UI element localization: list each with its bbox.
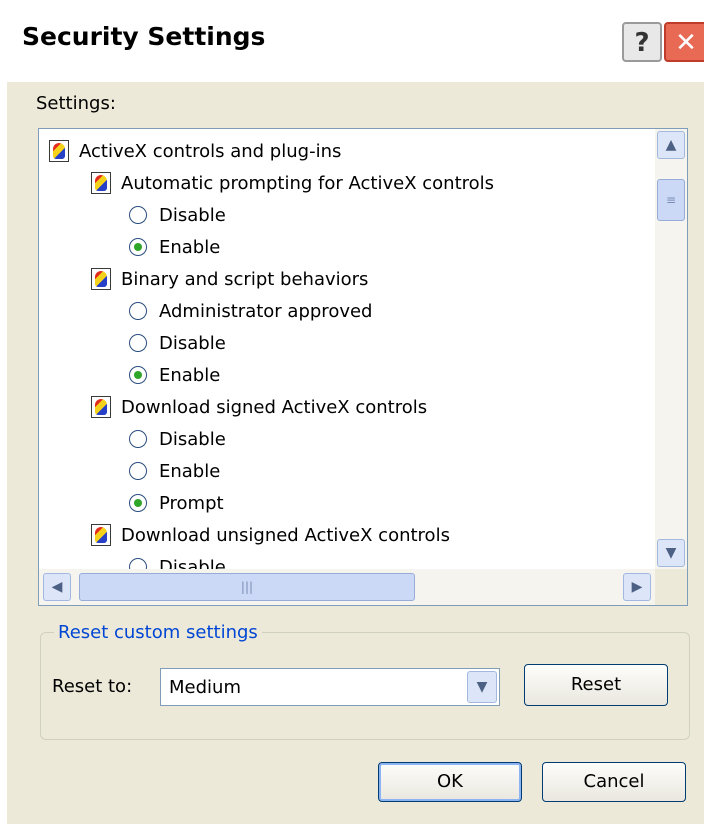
help-button[interactable]: ? (622, 22, 662, 62)
tree-option[interactable]: Prompt (129, 487, 224, 519)
window-frame-edge (0, 82, 7, 824)
tree-category: Download signed ActiveX controls (91, 391, 427, 423)
tree-category: ActiveX controls and plug-ins (49, 135, 341, 167)
reset-group-legend: Reset custom settings (54, 622, 262, 643)
tree-row-label: Prompt (159, 492, 224, 514)
radio-checked-icon[interactable] (129, 238, 147, 256)
tree-option[interactable]: Disable (129, 327, 226, 359)
scroll-right-button[interactable]: ▶ (623, 573, 651, 601)
tree-row-label: Enable (159, 236, 221, 258)
tree-option[interactable]: Administrator approved (129, 295, 372, 327)
tree-option[interactable]: Enable (129, 359, 220, 391)
tree-option[interactable]: Disable (129, 199, 226, 231)
settings-tree-viewport: ActiveX controls and plug-ins Automatic p… (39, 129, 657, 571)
settings-category-icon (91, 268, 111, 290)
tree-row-label: Disable (159, 332, 226, 354)
settings-label: Settings: (36, 93, 116, 114)
tree-row-label: Binary and script behaviors (121, 268, 369, 290)
tree-category: Automatic prompting for ActiveX controls (91, 167, 494, 199)
ok-button[interactable]: OK (378, 762, 522, 802)
horizontal-scroll-thumb[interactable]: ||| (79, 573, 415, 601)
reset-level-value: Medium (169, 677, 241, 698)
settings-category-icon (91, 396, 111, 418)
reset-button[interactable]: Reset (524, 664, 668, 706)
tree-row-label: Enable (159, 460, 221, 482)
tree-row-label: Disable (159, 428, 226, 450)
vertical-scrollbar[interactable]: ▲ ≡ ▼ (655, 129, 687, 571)
title-bar[interactable]: Security Settings ? ✕ (0, 0, 704, 82)
reset-to-label: Reset to: (52, 676, 133, 697)
tree-row-label: Enable (159, 364, 221, 386)
tree-option[interactable]: Enable (129, 455, 220, 487)
radio-unchecked-icon[interactable] (129, 430, 147, 448)
tree-option[interactable]: Disable (129, 423, 226, 455)
tree-category: Binary and script behaviors (91, 263, 368, 295)
radio-checked-icon[interactable] (129, 494, 147, 512)
radio-unchecked-icon[interactable] (129, 334, 147, 352)
radio-unchecked-icon[interactable] (129, 206, 147, 224)
tree-row-label: Automatic prompting for ActiveX controls (121, 172, 495, 194)
tree-row-label: Administrator approved (159, 300, 373, 322)
tree-row-label: Disable (159, 204, 226, 226)
horizontal-scrollbar[interactable]: ◀ ||| ▶ (39, 569, 657, 605)
dialog-title: Security Settings (22, 22, 266, 51)
scroll-left-button[interactable]: ◀ (43, 573, 71, 601)
vertical-scroll-thumb[interactable]: ≡ (657, 179, 685, 221)
tree-row-label: Download signed ActiveX controls (121, 396, 428, 418)
chevron-down-icon[interactable]: ▼ (467, 671, 497, 703)
tree-row-label: ActiveX controls and plug-ins (79, 140, 342, 162)
scroll-up-button[interactable]: ▲ (657, 131, 685, 159)
settings-category-icon (49, 140, 69, 162)
settings-category-icon (91, 172, 111, 194)
tree-option[interactable]: Disable (129, 551, 226, 571)
radio-unchecked-icon[interactable] (129, 462, 147, 480)
tree-option[interactable]: Enable (129, 231, 220, 263)
tree-row-label: Download unsigned ActiveX controls (121, 524, 450, 546)
settings-tree[interactable]: ActiveX controls and plug-ins Automatic p… (38, 128, 688, 606)
radio-checked-icon[interactable] (129, 366, 147, 384)
scroll-down-button[interactable]: ▼ (657, 539, 685, 567)
settings-category-icon (91, 524, 111, 546)
tree-category: Download unsigned ActiveX controls (91, 519, 450, 551)
security-settings-dialog: Security Settings ? ✕ Settings: ActiveX … (0, 0, 704, 824)
radio-unchecked-icon[interactable] (129, 302, 147, 320)
reset-level-select[interactable]: Medium ▼ (160, 668, 500, 706)
cancel-button[interactable]: Cancel (542, 762, 686, 802)
scrollbar-corner (655, 569, 687, 605)
close-button[interactable]: ✕ (664, 22, 704, 62)
